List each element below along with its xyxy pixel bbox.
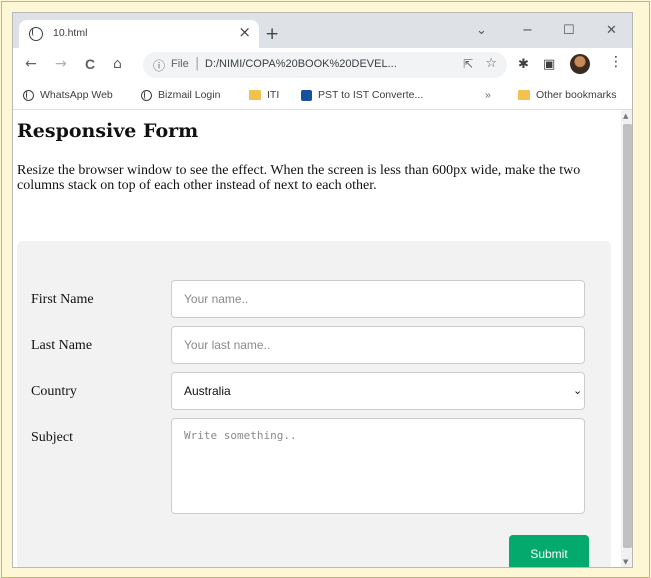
bookmarks-bar: WhatsApp Web Bizmail Login ITI PST to IS… — [13, 83, 632, 110]
profile-avatar[interactable] — [570, 54, 590, 74]
globe-icon — [29, 27, 43, 41]
bookmark-whatsapp[interactable]: WhatsApp Web — [23, 89, 113, 101]
globe-icon — [23, 89, 34, 101]
bookmark-star-icon[interactable]: ☆ — [485, 56, 497, 71]
toolbar: ← → C ⌂ ⓘ File | D:/NIMI/COPA%20BOOK%20D… — [13, 48, 632, 83]
tab-search-icon[interactable]: ⌄ — [476, 23, 487, 38]
submit-button[interactable]: Submit — [509, 535, 589, 567]
tab-title: 10.html — [53, 27, 88, 39]
reload-button[interactable]: C — [85, 56, 95, 72]
share-icon[interactable]: ⇱ — [463, 57, 473, 71]
first-name-label: First Name — [31, 292, 94, 307]
vertical-scrollbar[interactable]: ▲ ▼ — [621, 110, 632, 567]
other-bookmarks[interactable]: Other bookmarks — [518, 89, 617, 101]
bookmark-bizmail[interactable]: Bizmail Login — [141, 89, 220, 101]
page-content: Responsive Form Resize the browser windo… — [13, 110, 621, 567]
url-text[interactable]: D:/NIMI/COPA%20BOOK%20DEVEL... — [205, 58, 397, 70]
new-tab-button[interactable]: + — [265, 24, 279, 44]
maximize-button[interactable]: ☐ — [563, 23, 575, 38]
last-name-label: Last Name — [31, 338, 93, 353]
app-icon — [301, 89, 312, 101]
country-select[interactable]: Australia — [171, 372, 585, 410]
country-label: Country — [31, 384, 77, 399]
browser-window: 10.html × + ⌄ − ☐ ✕ ← → C ⌂ ⓘ File | D:/… — [12, 12, 633, 568]
page-title: Responsive Form — [17, 120, 199, 142]
close-window-button[interactable]: ✕ — [606, 23, 617, 38]
minimize-button[interactable]: − — [522, 23, 533, 38]
page-description: Resize the browser window to see the eff… — [17, 163, 581, 193]
url-scheme: File — [171, 58, 189, 70]
globe-icon — [141, 89, 152, 101]
menu-icon[interactable]: ⋮ — [609, 54, 623, 70]
scroll-down-icon[interactable]: ▼ — [623, 558, 628, 566]
folder-icon — [518, 90, 530, 101]
subject-label: Subject — [31, 430, 73, 445]
back-button[interactable]: ← — [25, 56, 37, 72]
extensions-icon[interactable]: ✱ — [518, 57, 529, 72]
bookmarks-overflow-button[interactable]: » — [485, 89, 491, 101]
address-bar[interactable]: ⓘ File | D:/NIMI/COPA%20BOOK%20DEVEL... … — [143, 52, 507, 78]
subject-textarea[interactable] — [171, 418, 585, 514]
tab-close-icon[interactable]: × — [238, 23, 251, 41]
last-name-input[interactable] — [171, 326, 585, 364]
scrollbar-thumb[interactable] — [623, 124, 632, 548]
url-separator: | — [195, 56, 200, 71]
folder-icon — [249, 90, 261, 101]
home-button[interactable]: ⌂ — [113, 56, 122, 72]
bookmark-iti[interactable]: ITI — [249, 89, 279, 101]
side-panel-icon[interactable]: ▣ — [543, 57, 555, 72]
bookmark-pst-ist[interactable]: PST to IST Converte... — [301, 89, 423, 101]
info-icon[interactable]: ⓘ — [153, 57, 165, 74]
forward-button[interactable]: → — [55, 56, 67, 72]
tab-active[interactable]: 10.html × — [19, 20, 259, 48]
first-name-input[interactable] — [171, 280, 585, 318]
scroll-up-icon[interactable]: ▲ — [623, 112, 628, 120]
